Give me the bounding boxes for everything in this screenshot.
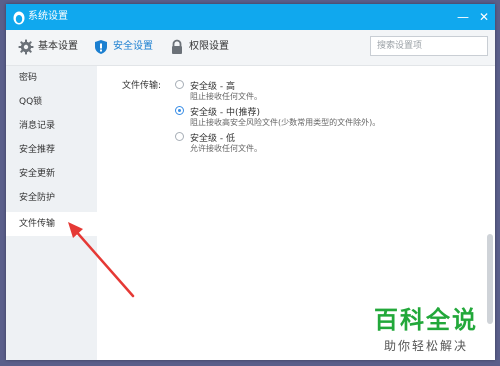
sidebar: 密码 QQ锁 消息记录 安全推荐 安全更新 安全防护 文件传输	[6, 66, 97, 360]
search-input[interactable]	[377, 39, 483, 53]
watermark-title: 百科全说	[374, 306, 478, 334]
penguin-icon	[13, 11, 25, 25]
tab-basic-settings-label: 基本设置	[38, 41, 78, 52]
watermark-subtitle: 助你轻松解决	[384, 339, 469, 353]
shield-icon	[95, 40, 107, 54]
tab-security-settings[interactable]: 安全设置	[93, 39, 159, 55]
close-button[interactable]: ✕	[475, 8, 493, 26]
sidebar-item-security-update[interactable]: 安全更新	[6, 162, 97, 186]
tab-permission-settings-label: 权限设置	[189, 41, 229, 52]
gear-icon	[18, 39, 34, 55]
file-transfer-label: 文件传输:	[122, 81, 162, 91]
sidebar-item-security-recommend[interactable]: 安全推荐	[6, 138, 97, 162]
sidebar-item-file-transfer[interactable]: 文件传输	[6, 212, 97, 236]
radio-high[interactable]	[175, 80, 184, 89]
tab-security-settings-label: 安全设置	[113, 41, 153, 52]
sidebar-item-qq-lock[interactable]: QQ锁	[6, 90, 97, 114]
tab-basic-settings[interactable]: 基本设置	[18, 39, 88, 55]
radio-medium[interactable]	[175, 106, 184, 115]
sidebar-item-message-history[interactable]: 消息记录	[6, 114, 97, 138]
minimize-button[interactable]: —	[454, 8, 472, 26]
sidebar-item-security-protection[interactable]: 安全防护	[6, 186, 97, 210]
window-title: 系统设置	[28, 11, 68, 22]
lock-icon	[172, 39, 182, 54]
option-description: 阻止接收任何文件。	[190, 92, 262, 101]
scrollbar[interactable]	[487, 234, 493, 324]
search-box[interactable]	[370, 36, 488, 56]
tab-bar: 基本设置 安全设置 权限设置	[6, 30, 495, 66]
title-bar: 系统设置 — ✕	[6, 4, 495, 30]
option-description: 阻止接收高安全风险文件(少数常用类型的文件除外)。	[190, 118, 381, 127]
radio-low[interactable]	[175, 132, 184, 141]
option-description: 允许接收任何文件。	[190, 144, 262, 153]
sidebar-item-password[interactable]: 密码	[6, 66, 97, 90]
tab-permission-settings[interactable]: 权限设置	[169, 39, 235, 55]
